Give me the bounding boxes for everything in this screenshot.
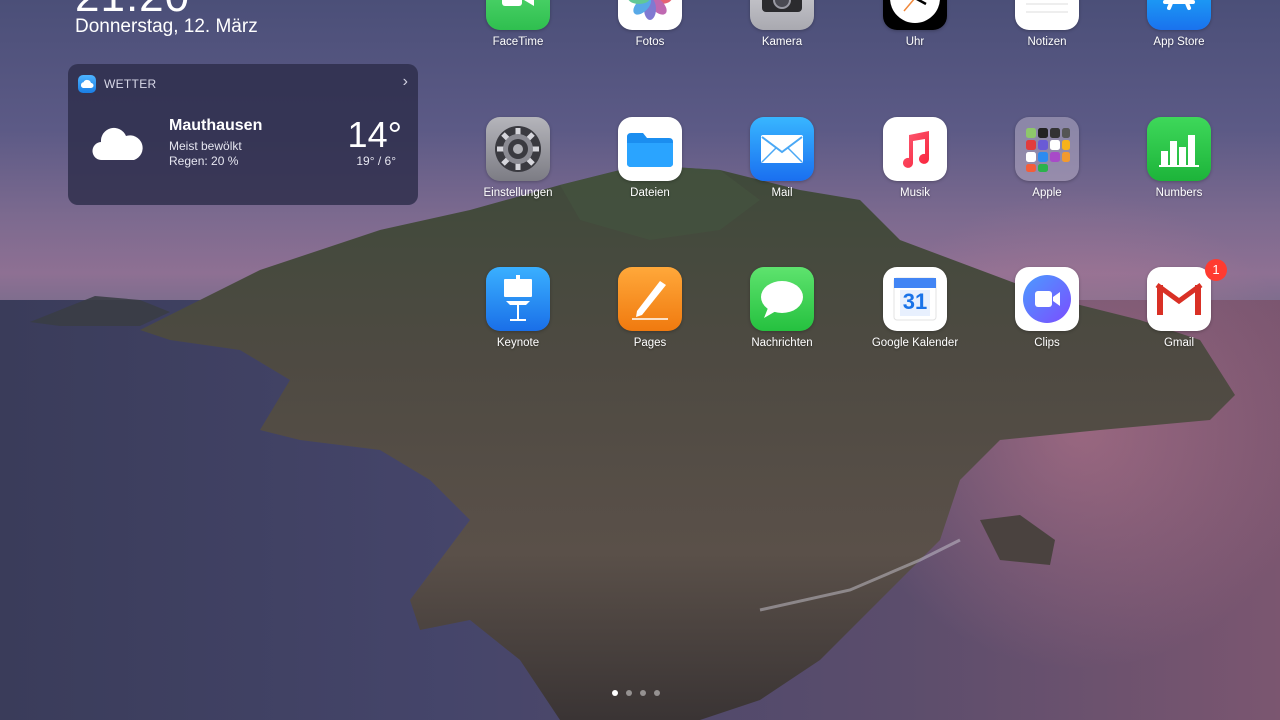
photos-icon [618, 0, 682, 30]
app-einstellungen[interactable]: Einstellungen [458, 117, 578, 199]
podium-icon [486, 267, 550, 331]
envelope-icon [750, 117, 814, 181]
app-musik[interactable]: Musik [855, 117, 975, 199]
bar-chart-icon [1147, 117, 1211, 181]
app-numbers[interactable]: Numbers [1119, 117, 1239, 199]
facetime-icon [486, 0, 550, 30]
weather-rain: Regen: 20 % [169, 154, 239, 168]
chevron-right-icon[interactable]: › [403, 73, 408, 91]
weather-city: Mauthausen [169, 117, 263, 134]
app-pages[interactable]: Pages [590, 267, 710, 349]
app-facetime[interactable]: FaceTime [458, 0, 578, 48]
app-label: Pages [633, 337, 667, 349]
app-label: Mail [771, 187, 793, 199]
camera-icon [750, 0, 814, 30]
app-kamera[interactable]: Kamera [722, 0, 842, 48]
app-folder-apple[interactable]: Apple [987, 117, 1107, 199]
app-uhr[interactable]: Uhr [855, 0, 975, 48]
app-label: Fotos [635, 36, 665, 48]
widget-header: WETTER [78, 74, 156, 94]
speech-bubble-icon [750, 267, 814, 331]
folder-icon [618, 117, 682, 181]
pen-icon [618, 267, 682, 331]
clock-icon [883, 0, 947, 30]
app-clips[interactable]: Clips [987, 267, 1107, 349]
app-label: Uhr [905, 36, 925, 48]
cloud-icon [92, 127, 143, 161]
app-fotos[interactable]: Fotos [590, 0, 710, 48]
clock-date: Donnerstag, 12. März [75, 16, 258, 37]
app-label: FaceTime [492, 36, 544, 48]
weather-widget[interactable]: WETTER › Mauthausen Meist bewölkt Regen:… [68, 64, 418, 205]
app-label: Numbers [1155, 187, 1203, 199]
app-label: Einstellungen [483, 187, 553, 199]
app-label: Musik [899, 187, 931, 199]
folder-grid-icon [1015, 117, 1079, 181]
music-note-icon [883, 117, 947, 181]
app-google-kalender[interactable]: 31 Google Kalender [855, 267, 975, 349]
app-notizen[interactable]: Notizen [987, 0, 1107, 48]
calendar-icon: 31 [883, 267, 947, 331]
notes-icon [1015, 0, 1079, 30]
gmail-envelope-icon [1147, 267, 1211, 331]
weather-temperature: 14° [347, 114, 402, 155]
app-label: Nachrichten [751, 337, 813, 349]
app-dateien[interactable]: Dateien [590, 117, 710, 199]
weather-app-icon [78, 75, 96, 93]
app-label: App Store [1153, 36, 1205, 48]
settings-gear-icon [486, 117, 550, 181]
widget-app-name: WETTER [104, 77, 157, 91]
app-label: Notizen [1027, 36, 1067, 48]
app-label: Gmail [1163, 337, 1195, 349]
weather-range: 19° / 6° [356, 154, 396, 168]
video-camera-icon [1015, 267, 1079, 331]
app-label: Kamera [761, 36, 803, 48]
app-gmail[interactable]: 1 Gmail [1119, 259, 1239, 349]
app-keynote[interactable]: Keynote [458, 267, 578, 349]
app-nachrichten[interactable]: Nachrichten [722, 267, 842, 349]
app-label: Clips [1034, 337, 1060, 349]
page-indicator[interactable] [612, 690, 660, 696]
page-dot[interactable] [626, 690, 632, 696]
notification-badge: 1 [1205, 259, 1227, 281]
app-store-icon [1147, 0, 1211, 30]
app-label: Dateien [630, 187, 670, 199]
page-dot[interactable] [640, 690, 646, 696]
app-app-store[interactable]: App Store [1119, 0, 1239, 48]
app-mail[interactable]: Mail [722, 117, 842, 199]
page-dot[interactable] [612, 690, 618, 696]
app-label: Google Kalender [871, 337, 959, 349]
weather-condition: Meist bewölkt [169, 139, 242, 153]
calendar-day: 31 [902, 289, 928, 314]
page-dot[interactable] [654, 690, 660, 696]
app-label: Keynote [496, 337, 540, 349]
app-label: Apple [1032, 187, 1062, 199]
